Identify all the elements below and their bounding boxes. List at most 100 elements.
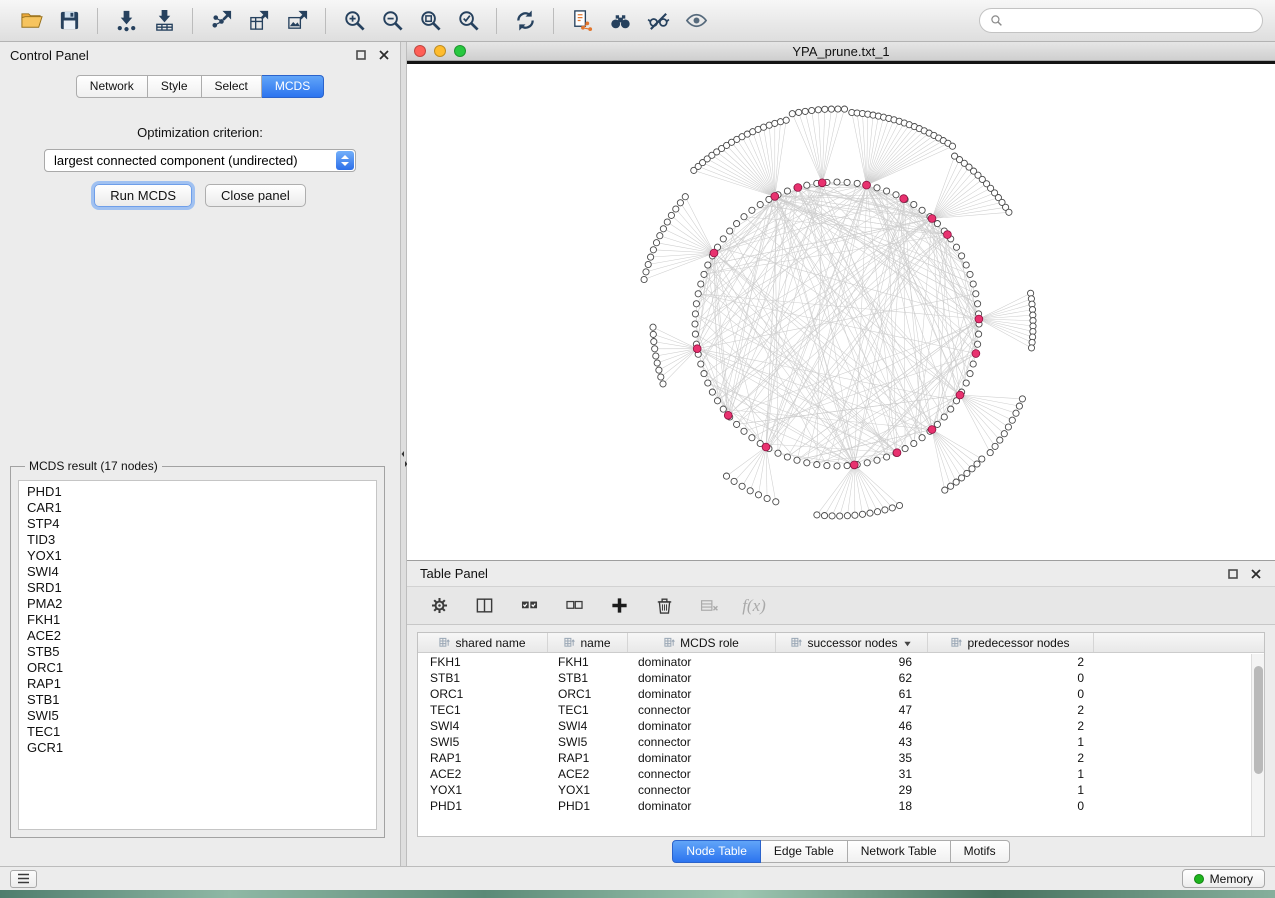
table-row[interactable]: TEC1TEC1connector472 [418, 702, 1251, 718]
tab-node-table[interactable]: Node Table [672, 840, 761, 863]
minimize-window-icon[interactable] [434, 45, 446, 57]
mcds-result-item[interactable]: TID3 [19, 532, 376, 548]
network-ring-nodes[interactable] [641, 106, 1036, 519]
mcds-result-box: MCDS result (17 nodes) PHD1CAR1STP4TID3Y… [10, 459, 385, 838]
deselect-all-icon[interactable] [562, 594, 586, 618]
tab-motifs[interactable]: Motifs [951, 840, 1010, 863]
panel-splitter[interactable] [400, 42, 407, 866]
run-mcds-button[interactable]: Run MCDS [94, 184, 192, 207]
export-table-icon[interactable] [240, 6, 278, 36]
float-table-panel-icon[interactable] [1227, 568, 1239, 580]
toolbar-separator [325, 8, 326, 34]
column-header-mcds-role[interactable]: MCDS role [628, 633, 776, 652]
close-panel-button[interactable]: Close panel [205, 184, 306, 207]
close-window-icon[interactable] [414, 45, 426, 57]
table-row[interactable]: YOX1YOX1connector291 [418, 782, 1251, 798]
select-all-icon[interactable] [517, 594, 541, 618]
network-titlebar[interactable]: YPA_prune.txt_1 [407, 42, 1275, 61]
mcds-result-item[interactable]: SWI5 [19, 708, 376, 724]
scrollbar-thumb[interactable] [1254, 666, 1263, 774]
tab-style[interactable]: Style [148, 75, 202, 98]
export-image-icon[interactable] [278, 6, 316, 36]
tab-network-table[interactable]: Network Table [848, 840, 951, 863]
cell-name: SWI4 [548, 718, 628, 734]
tab-edge-table[interactable]: Edge Table [761, 840, 848, 863]
delete-row-icon[interactable] [652, 594, 676, 618]
mcds-result-list[interactable]: PHD1CAR1STP4TID3YOX1SWI4SRD1PMA2FKH1ACE2… [18, 480, 377, 830]
gear-icon[interactable] [427, 594, 451, 618]
cell-predecessor-nodes: 0 [928, 686, 1094, 702]
criterion-dropdown[interactable]: largest connected component (undirected) [44, 149, 356, 172]
cell-predecessor-nodes: 1 [928, 766, 1094, 782]
cell-successor-nodes: 96 [776, 654, 928, 670]
column-header-successor-nodes[interactable]: successor nodes [776, 633, 928, 652]
table-row[interactable]: FKH1FKH1dominator962 [418, 654, 1251, 670]
hide-selected-icon[interactable] [639, 6, 677, 36]
search-network-icon[interactable] [601, 6, 639, 36]
column-header-predecessor-nodes[interactable]: predecessor nodes [928, 633, 1094, 652]
add-row-icon[interactable] [607, 594, 631, 618]
mcds-result-item[interactable]: RAP1 [19, 676, 376, 692]
zoom-out-icon[interactable] [373, 6, 411, 36]
memory-status-dot [1194, 874, 1204, 884]
zoom-in-icon[interactable] [335, 6, 373, 36]
import-network-icon[interactable] [107, 6, 145, 36]
close-table-panel-icon[interactable] [1250, 568, 1262, 580]
network-graph[interactable] [407, 64, 1275, 560]
zoom-selected-icon[interactable] [449, 6, 487, 36]
share-document-icon[interactable] [563, 6, 601, 36]
mcds-result-item[interactable]: STB5 [19, 644, 376, 660]
refresh-layout-icon[interactable] [506, 6, 544, 36]
mcds-result-item[interactable]: ORC1 [19, 660, 376, 676]
clear-table-icon[interactable] [697, 594, 721, 618]
mcds-result-item[interactable]: STP4 [19, 516, 376, 532]
mcds-result-item[interactable]: SWI4 [19, 564, 376, 580]
table-row[interactable]: STB1STB1dominator620 [418, 670, 1251, 686]
close-panel-icon[interactable] [378, 49, 390, 61]
tab-network[interactable]: Network [76, 75, 148, 98]
mcds-result-item[interactable]: SRD1 [19, 580, 376, 596]
control-panel-header: Control Panel [0, 42, 400, 68]
column-sort-icon [564, 637, 575, 648]
table-scrollbar[interactable] [1251, 654, 1264, 836]
mcds-actions: Run MCDS Close panel [0, 184, 400, 207]
table-row[interactable]: SWI5SWI5connector431 [418, 734, 1251, 750]
function-icon[interactable]: f(x) [742, 594, 766, 618]
float-panel-icon[interactable] [355, 49, 367, 61]
search-box[interactable] [979, 8, 1263, 33]
cell-shared-name: STB1 [418, 670, 548, 686]
search-input[interactable] [1009, 14, 1252, 28]
column-header-name[interactable]: name [548, 633, 628, 652]
maximize-window-icon[interactable] [454, 45, 466, 57]
mcds-result-item[interactable]: PHD1 [19, 484, 376, 500]
table-row[interactable]: ORC1ORC1dominator610 [418, 686, 1251, 702]
mcds-result-item[interactable]: FKH1 [19, 612, 376, 628]
mcds-result-item[interactable]: GCR1 [19, 740, 376, 756]
cell-mcds-role: dominator [628, 654, 776, 670]
mcds-result-item[interactable]: PMA2 [19, 596, 376, 612]
split-columns-icon[interactable] [472, 594, 496, 618]
save-icon[interactable] [50, 6, 88, 36]
tab-select[interactable]: Select [202, 75, 262, 98]
task-history-button[interactable] [10, 870, 37, 888]
export-network-icon[interactable] [202, 6, 240, 36]
column-header-shared-name[interactable]: shared name [418, 633, 548, 652]
table-row[interactable]: RAP1RAP1dominator352 [418, 750, 1251, 766]
table-row[interactable]: ACE2ACE2connector311 [418, 766, 1251, 782]
show-selected-icon[interactable] [677, 6, 715, 36]
mcds-result-item[interactable]: ACE2 [19, 628, 376, 644]
mcds-result-item[interactable]: STB1 [19, 692, 376, 708]
toolbar-separator [553, 8, 554, 34]
memory-button[interactable]: Memory [1182, 869, 1265, 888]
open-folder-icon[interactable] [12, 6, 50, 36]
status-bar: Memory [0, 866, 1275, 890]
zoom-fit-icon[interactable] [411, 6, 449, 36]
import-table-icon[interactable] [145, 6, 183, 36]
mcds-result-item[interactable]: YOX1 [19, 548, 376, 564]
mcds-result-item[interactable]: TEC1 [19, 724, 376, 740]
tab-mcds[interactable]: MCDS [262, 75, 324, 98]
mcds-result-item[interactable]: CAR1 [19, 500, 376, 516]
table-row[interactable]: SWI4SWI4dominator462 [418, 718, 1251, 734]
sort-arrow-icon [903, 637, 912, 648]
table-row[interactable]: PHD1PHD1dominator180 [418, 798, 1251, 814]
